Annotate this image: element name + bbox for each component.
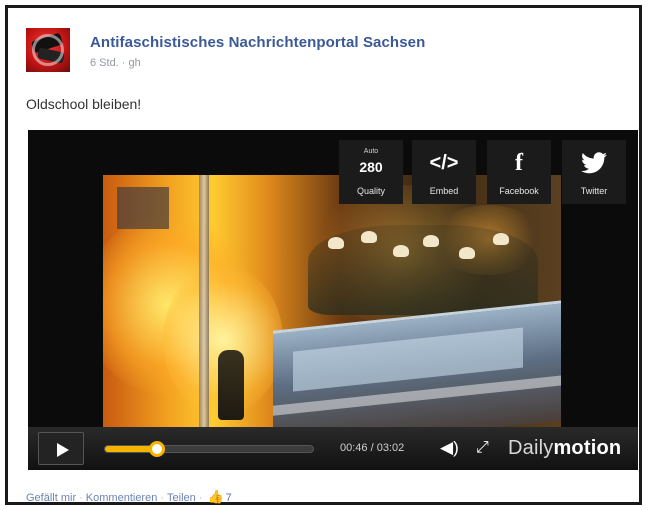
progress-bar[interactable] [104, 441, 314, 457]
play-button[interactable] [38, 432, 84, 465]
twitter-share-button[interactable]: Twitter [562, 140, 626, 204]
quality-button[interactable]: Auto 280 Quality [339, 140, 403, 204]
separator: · [79, 492, 83, 504]
quality-value: 280 [359, 159, 383, 175]
street-pole [199, 175, 209, 427]
embed-button[interactable]: </> Embed [412, 140, 476, 204]
video-frame[interactable] [103, 175, 561, 427]
embed-label: Embed [429, 186, 459, 196]
police-truck [273, 299, 561, 427]
brand-prefix: Daily [508, 437, 554, 459]
like-count[interactable]: 7 [226, 492, 232, 504]
separator: · [198, 492, 203, 504]
quality-auto-label: Auto [363, 148, 379, 155]
helmet [493, 233, 509, 245]
avatar-ring [32, 34, 64, 66]
helmet [423, 235, 439, 247]
page-name-link[interactable]: Antifaschistisches Nachrichtenportal Sac… [90, 34, 425, 51]
fullscreen-icon[interactable]: ⤢ [476, 439, 489, 457]
facebook-share-button[interactable]: f Facebook [487, 140, 551, 204]
like-link[interactable]: Gefällt mir [26, 492, 76, 504]
video-player[interactable]: Auto 280 Quality </> Embed f Facebook Tw… [28, 130, 638, 470]
post-text: Oldschool bleiben! [26, 96, 142, 112]
post-meta[interactable]: 6 Std. · gh [90, 57, 141, 69]
twitter-icon [562, 152, 626, 179]
facebook-icon: f [515, 150, 523, 176]
facebook-label: Facebook [499, 186, 539, 196]
embed-icon: </> [429, 152, 459, 174]
helmet [393, 245, 409, 257]
helmet [361, 231, 377, 243]
officer-figure [218, 350, 244, 420]
helmet [459, 247, 475, 259]
progress-scrubber[interactable] [149, 441, 165, 457]
comment-link[interactable]: Kommentieren [86, 492, 158, 504]
twitter-label: Twitter [580, 186, 608, 196]
video-controls: 00:46 / 03:02 ◀) ⤢ Dailymotion [28, 427, 638, 470]
quality-label: Quality [356, 186, 385, 196]
brand-suffix: motion [553, 437, 622, 459]
page-avatar[interactable] [26, 28, 70, 72]
facebook-post-card: Antifaschistisches Nachrichtenportal Sac… [5, 5, 642, 505]
time-display: 00:46 / 03:02 [340, 442, 405, 454]
volume-icon[interactable]: ◀) [440, 438, 459, 458]
dailymotion-logo[interactable]: Dailymotion [508, 437, 621, 460]
share-link[interactable]: Teilen [167, 492, 196, 504]
street-sign [117, 187, 169, 229]
post-actions: Gefällt mir · Kommentieren · Teilen · 👍 7 [26, 489, 232, 505]
separator: · [160, 492, 165, 504]
play-icon [57, 443, 69, 457]
helmet [328, 237, 344, 249]
thumbs-up-icon[interactable]: 👍 [207, 489, 223, 504]
